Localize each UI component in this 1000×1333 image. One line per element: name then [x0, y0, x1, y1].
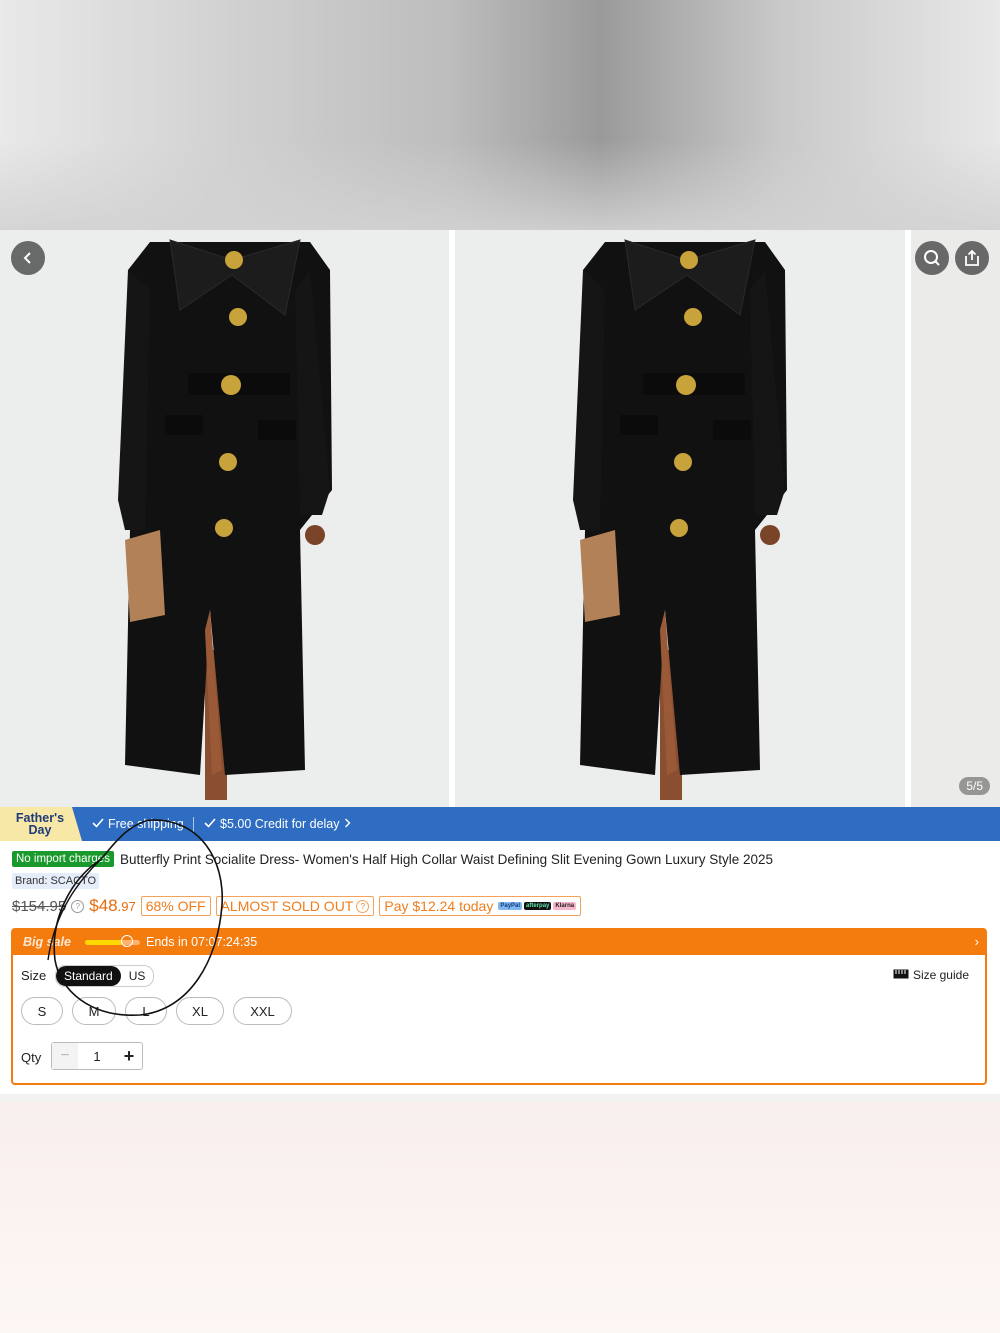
pay-today-tag[interactable]: Pay $12.24 today PayPal afterpay Klarna — [379, 896, 582, 916]
big-sale-label: Big sale — [23, 935, 71, 949]
product-photo-3[interactable] — [911, 230, 1000, 807]
sold-out-label: ALMOST SOLD OUT — [220, 898, 354, 914]
size-option-m[interactable]: M — [72, 997, 116, 1025]
fathers-day-badge: Father's Day — [0, 807, 82, 841]
qty-label: Qty — [21, 1050, 42, 1065]
size-options: S M L XL XXL — [21, 997, 292, 1025]
quantity-stepper: − 1 + — [51, 1042, 143, 1070]
size-option-s[interactable]: S — [21, 997, 63, 1025]
ruler-icon — [893, 968, 909, 982]
size-system-us[interactable]: US — [121, 966, 154, 986]
promo-bar[interactable]: Father's Day Free shipping $5.00 Credit … — [0, 807, 1000, 841]
fathers-day-label: Father's Day — [15, 811, 65, 837]
share-button[interactable] — [955, 241, 989, 275]
search-button[interactable] — [915, 241, 949, 275]
size-option-xl[interactable]: XL — [176, 997, 224, 1025]
check-icon — [92, 817, 104, 831]
delay-credit-label: $5.00 Credit for delay — [220, 817, 340, 831]
price-row: $154.95 ? $48.97 68% OFF ALMOST SOLD OUT… — [12, 896, 582, 916]
qty-decrease-button[interactable]: − — [52, 1043, 78, 1069]
image-counter: 5/5 — [959, 777, 990, 795]
paypal-logo: PayPal — [498, 902, 523, 910]
chevron-right-icon: › — [974, 934, 979, 949]
no-import-charges-badge: No import charges — [12, 851, 114, 867]
countdown-text: Ends in 07:07:24:35 — [146, 935, 258, 949]
product-title-row: No import charges Butterfly Print Social… — [12, 851, 992, 867]
size-guide-label: Size guide — [912, 968, 969, 982]
back-chevron-icon — [21, 251, 35, 265]
question-icon[interactable]: ? — [71, 899, 85, 913]
size-option-l[interactable]: L — [125, 997, 167, 1025]
clock-icon — [121, 935, 133, 947]
size-label: Size — [21, 968, 47, 983]
sale-progress-fill — [85, 940, 121, 945]
share-icon — [963, 249, 981, 267]
qty-value[interactable]: 1 — [78, 1049, 116, 1064]
discount-tag: 68% OFF — [140, 896, 211, 916]
size-system-standard[interactable]: Standard — [56, 966, 121, 986]
sale-card: Big sale Ends in 07:07:24:35 › Size Stan… — [11, 928, 987, 1085]
klarna-logo: Klarna — [553, 902, 577, 910]
pay-today-label: Pay $12.24 today — [384, 898, 494, 914]
product-title: Butterfly Print Socialite Dress- Women's… — [119, 851, 774, 867]
check-icon — [204, 817, 216, 831]
size-option-xxl[interactable]: XXL — [233, 997, 292, 1025]
question-icon: ? — [356, 899, 370, 913]
big-sale-banner[interactable]: Big sale Ends in 07:07:24:35 › — [13, 930, 985, 955]
search-icon — [923, 249, 941, 267]
product-image-gallery[interactable]: 5/5 — [0, 230, 1000, 807]
chevron-right-icon — [344, 817, 351, 831]
delay-credit-item[interactable]: $5.00 Credit for delay — [204, 817, 351, 831]
qty-increase-button[interactable]: + — [116, 1043, 142, 1069]
free-shipping-item[interactable]: Free shipping — [92, 817, 184, 831]
sale-price: $48.97 — [89, 896, 135, 916]
afterpay-logo: afterpay — [524, 902, 552, 910]
blurred-header-image — [0, 0, 1000, 230]
sale-price-main: $48 — [89, 896, 118, 915]
sold-out-tag[interactable]: ALMOST SOLD OUT ? — [215, 896, 375, 916]
size-system-toggle[interactable]: Standard US — [55, 965, 155, 987]
section-divider — [0, 1094, 1000, 1102]
sale-price-cents: .97 — [117, 899, 136, 914]
free-shipping-label: Free shipping — [108, 817, 184, 831]
product-photo-2[interactable] — [455, 230, 905, 807]
lower-section-background — [0, 1102, 1000, 1333]
size-guide-link[interactable]: Size guide — [893, 968, 969, 982]
product-photo-1[interactable] — [0, 230, 449, 807]
payment-logos: PayPal afterpay Klarna — [498, 902, 577, 910]
brand-tag[interactable]: Brand: SCACTO — [12, 873, 100, 889]
original-price: $154.95 — [12, 897, 67, 915]
back-button[interactable] — [11, 241, 45, 275]
promo-divider — [193, 817, 194, 832]
